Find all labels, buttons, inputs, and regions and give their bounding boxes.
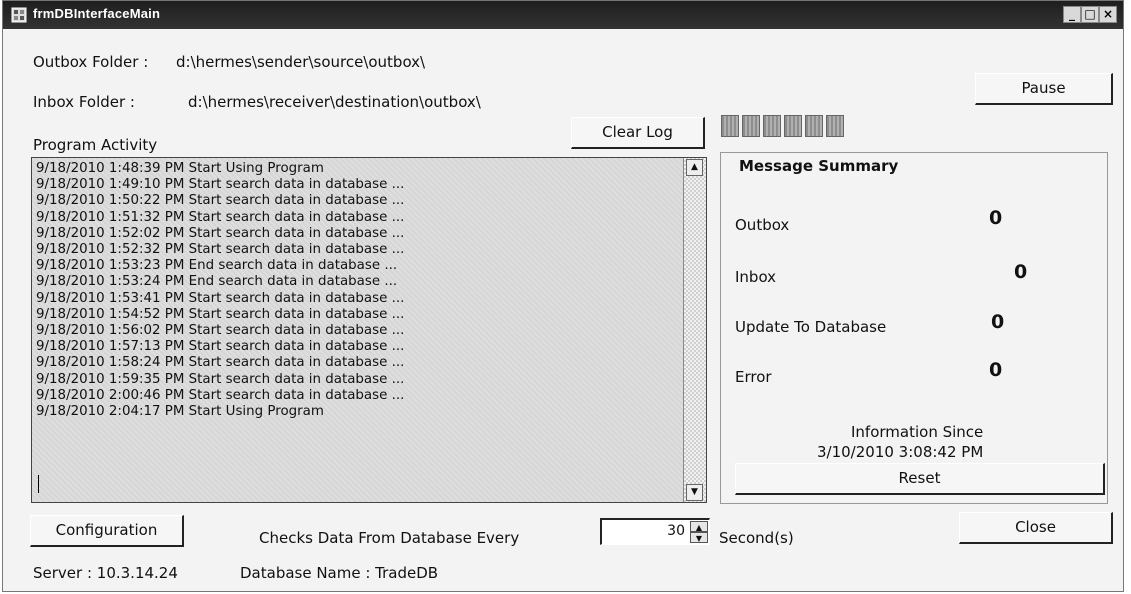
information-since-date: 3/10/2010 3:08:42 PM xyxy=(817,443,984,461)
stepper-down-arrow-icon[interactable]: ▼ xyxy=(690,532,708,543)
log-entry: 9/18/2010 2:04:17 PM Start Using Program xyxy=(36,404,324,420)
log-entry: 9/18/2010 1:57:13 PM Start search data i… xyxy=(36,339,405,355)
progress-block xyxy=(826,115,844,137)
log-scrollbar[interactable]: ▲ ▼ xyxy=(683,158,706,502)
log-entry: 9/18/2010 1:58:24 PM Start search data i… xyxy=(36,355,405,371)
progress-block xyxy=(763,115,781,137)
log-entry: 9/18/2010 1:49:10 PM Start search data i… xyxy=(36,177,405,193)
maximize-button[interactable]: □ xyxy=(1081,6,1099,23)
progress-block xyxy=(742,115,760,137)
update-to-database-label: Update To Database xyxy=(735,318,887,336)
log-entry: 9/18/2010 1:54:52 PM Start search data i… xyxy=(36,306,405,322)
window-title: frmDBInterfaceMain xyxy=(33,6,161,21)
outbox-count-label: Outbox xyxy=(735,216,790,234)
title-bar[interactable]: frmDBInterfaceMain _ □ × xyxy=(3,1,1123,29)
error-count-label: Error xyxy=(735,368,772,386)
activity-log-lines: 9/18/2010 1:48:39 PM Start Using Program… xyxy=(36,161,404,420)
inbox-count-label: Inbox xyxy=(735,268,777,286)
log-entry: 9/18/2010 1:52:32 PM Start search data i… xyxy=(36,242,405,258)
configuration-button[interactable]: Configuration xyxy=(30,515,184,547)
progress-block xyxy=(721,115,739,137)
information-since-label: Information Since xyxy=(851,423,984,441)
scroll-up-arrow-icon[interactable]: ▲ xyxy=(686,159,703,176)
log-entry: 9/18/2010 1:52:02 PM Start search data i… xyxy=(36,225,405,241)
log-entry: 9/18/2010 1:53:24 PM End search data in … xyxy=(36,274,398,290)
reset-button[interactable]: Reset xyxy=(735,463,1105,495)
text-caret xyxy=(38,475,39,493)
log-entry: 9/18/2010 1:51:32 PM Start search data i… xyxy=(36,209,405,225)
stepper-up-arrow-icon[interactable]: ▲ xyxy=(690,521,708,532)
stepper-buttons[interactable]: ▲ ▼ xyxy=(690,521,708,543)
outbox-count: 0 xyxy=(989,207,1003,229)
server-info: Server : 10.3.14.24 xyxy=(33,564,178,582)
activity-log[interactable]: 9/18/2010 1:48:39 PM Start Using Program… xyxy=(31,157,707,503)
check-interval-stepper[interactable]: 30 ▲ ▼ xyxy=(600,518,710,545)
scroll-down-arrow-icon[interactable]: ▼ xyxy=(686,484,703,501)
progress-block xyxy=(805,115,823,137)
database-info: Database Name : TradeDB xyxy=(240,564,439,582)
minimize-button[interactable]: _ xyxy=(1063,6,1081,23)
message-summary-panel: Message Summary Outbox 0 Inbox 0 Update … xyxy=(720,152,1108,504)
program-activity-label: Program Activity xyxy=(33,136,158,154)
check-interval-unit: Second(s) xyxy=(719,529,794,547)
clear-log-button[interactable]: Clear Log xyxy=(571,117,705,149)
update-to-database-count: 0 xyxy=(991,311,1005,333)
inbox-folder-label: Inbox Folder : xyxy=(33,93,135,111)
check-interval-label: Checks Data From Database Every xyxy=(259,529,520,547)
check-interval-value: 30 xyxy=(667,523,685,539)
log-entry: 9/18/2010 1:56:02 PM Start search data i… xyxy=(36,323,405,339)
close-button[interactable]: Close xyxy=(959,512,1113,544)
progress-indicator xyxy=(721,115,849,139)
log-entry: 9/18/2010 1:50:22 PM Start search data i… xyxy=(36,193,405,209)
outbox-folder-label: Outbox Folder : xyxy=(33,53,149,71)
inbox-count: 0 xyxy=(1014,261,1028,283)
outbox-folder-path: d:\hermes\sender\source\outbox\ xyxy=(176,53,426,71)
log-entry: 9/18/2010 1:53:23 PM End search data in … xyxy=(36,258,398,274)
log-entry: 9/18/2010 1:53:41 PM Start search data i… xyxy=(36,290,405,306)
pause-button[interactable]: Pause xyxy=(975,73,1113,105)
log-entry: 9/18/2010 1:59:35 PM Start search data i… xyxy=(36,371,405,387)
progress-block xyxy=(784,115,802,137)
log-entry: 9/18/2010 2:00:46 PM Start search data i… xyxy=(36,387,405,403)
app-icon xyxy=(11,7,27,23)
log-entry: 9/18/2010 1:48:39 PM Start Using Program xyxy=(36,161,324,176)
main-window: frmDBInterfaceMain _ □ × Outbox Folder :… xyxy=(2,0,1124,592)
close-window-button[interactable]: × xyxy=(1099,6,1117,23)
inbox-folder-path: d:\hermes\receiver\destination\outbox\ xyxy=(188,93,481,111)
error-count: 0 xyxy=(989,359,1003,381)
message-summary-title: Message Summary xyxy=(739,157,899,175)
